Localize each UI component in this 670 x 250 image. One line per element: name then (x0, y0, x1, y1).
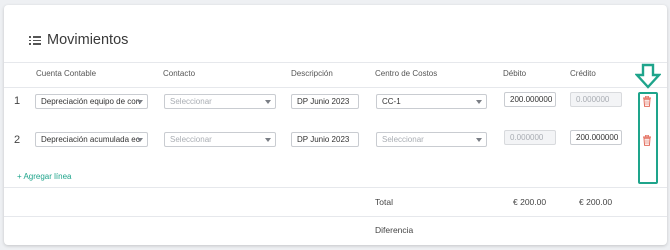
chevron-down-icon (476, 100, 482, 104)
section-title: Movimientos (47, 32, 129, 48)
movimientos-card: Movimientos Cuenta Contable Contacto Des… (4, 5, 667, 245)
col-header-credito: Crédito (570, 69, 596, 78)
total-credito: € 200.00 (579, 197, 613, 207)
debito-input[interactable]: 200.000000 (504, 92, 556, 107)
centro-costos-select[interactable]: CC-1 (376, 94, 487, 109)
chevron-down-icon (265, 138, 271, 142)
cuenta-contable-select[interactable]: Depreciación equipo de con (35, 94, 148, 109)
col-header-centro-costos: Centro de Costos (375, 69, 438, 78)
cuenta-contable-value: Depreciación acumulada ec (41, 135, 140, 144)
arrow-down-icon (635, 63, 661, 89)
contacto-select[interactable]: Seleccionar (164, 132, 276, 147)
descripcion-input[interactable]: DP Junio 2023 (291, 132, 359, 147)
total-label: Total (375, 197, 393, 207)
plus-icon: + (17, 172, 22, 181)
contacto-placeholder: Seleccionar (170, 97, 212, 106)
divider (4, 216, 667, 217)
chevron-down-icon (137, 100, 143, 104)
col-header-descripcion: Descripción (291, 69, 333, 78)
add-line-label: Agregar línea (23, 172, 72, 181)
divider (4, 187, 667, 188)
cuenta-contable-select[interactable]: Depreciación acumulada ec (35, 132, 148, 147)
contacto-placeholder: Seleccionar (170, 135, 212, 144)
chevron-down-icon (265, 100, 271, 104)
contacto-select[interactable]: Seleccionar (164, 94, 276, 109)
credito-input[interactable]: 200.000000 (570, 130, 622, 145)
centro-costos-select[interactable]: Seleccionar (376, 132, 487, 147)
col-header-cuenta: Cuenta Contable (36, 69, 97, 78)
row-number: 1 (14, 95, 21, 107)
chevron-down-icon (137, 138, 143, 142)
list-icon (29, 35, 41, 45)
cuenta-contable-value: Depreciación equipo de con (41, 97, 141, 106)
col-header-contacto: Contacto (163, 69, 196, 78)
col-header-debito: Débito (503, 69, 527, 78)
diferencia-label: Diferencia (375, 225, 414, 235)
debito-input[interactable]: 0.000000 (504, 130, 556, 145)
row-number: 2 (14, 134, 21, 146)
section-header: Movimientos (29, 31, 128, 49)
chevron-down-icon (476, 138, 482, 142)
credito-input[interactable]: 0.000000 (570, 92, 622, 107)
table-header (4, 62, 667, 88)
descripcion-input[interactable]: DP Junio 2023 (291, 94, 359, 109)
centro-costos-value: CC-1 (382, 97, 401, 106)
total-debito: € 200.00 (513, 197, 547, 207)
centro-costos-placeholder: Seleccionar (382, 135, 424, 144)
delete-column-highlight (638, 92, 658, 184)
add-line-button[interactable]: + Agregar línea (17, 172, 71, 181)
